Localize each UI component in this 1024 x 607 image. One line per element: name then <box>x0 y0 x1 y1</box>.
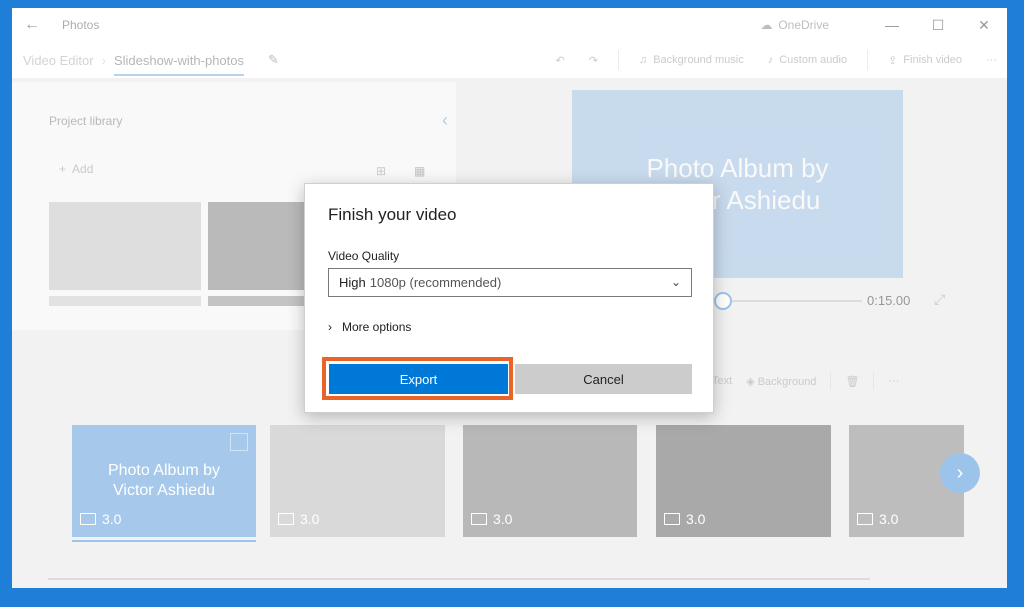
card-title-line1: Photo Album by <box>107 462 221 479</box>
quality-value-main: High <box>339 275 366 290</box>
rename-pencil-icon[interactable]: ✎ <box>268 52 279 68</box>
breadcrumb-video-editor[interactable]: Video Editor <box>23 53 94 68</box>
scroll-right-chevron-icon[interactable]: › <box>940 453 980 493</box>
fullscreen-expand-icon[interactable]: ⤢ <box>934 291 945 308</box>
add-label: Add <box>72 162 94 176</box>
card-title-text: Photo Album by Victor Ashiedu <box>72 461 256 501</box>
preview-title-line1: Photo Album by <box>646 153 829 183</box>
export-button[interactable]: Export <box>329 364 508 394</box>
duration-value: 3.0 <box>879 511 899 527</box>
library-thumbnail[interactable] <box>49 296 201 306</box>
redo-icon[interactable]: ↷ <box>579 54 608 67</box>
select-checkbox[interactable] <box>230 433 248 451</box>
more-options-toggle[interactable]: › More options <box>328 320 411 334</box>
card-title-line2: Victor Ashiedu <box>113 482 215 499</box>
onedrive-label: OneDrive <box>778 18 829 32</box>
seek-bar[interactable] <box>712 300 862 302</box>
storyboard-card[interactable]: 3.0 <box>463 425 637 537</box>
trash-icon[interactable]: 🗑 <box>845 375 859 388</box>
breadcrumb-project-name: Slideshow-with-photos <box>113 53 245 76</box>
image-icon <box>664 513 680 525</box>
text-button[interactable]: Text <box>712 375 732 387</box>
image-icon <box>80 513 96 525</box>
image-icon <box>857 513 873 525</box>
command-bar: Video Editor › Slideshow-with-photos ✎ ↶… <box>12 42 1007 78</box>
card-duration: 3.0 <box>857 511 898 527</box>
duration-value: 3.0 <box>300 511 320 527</box>
more-options-icon[interactable]: ··· <box>976 54 1007 66</box>
close-icon[interactable]: ✕ <box>961 17 1007 34</box>
onedrive-status[interactable]: ☁ OneDrive <box>760 18 829 32</box>
duration-value: 3.0 <box>493 511 513 527</box>
storyboard-card[interactable]: 3.0 <box>656 425 831 537</box>
library-thumbnail[interactable] <box>208 202 308 290</box>
title-bar: ← Photos ☁ OneDrive — ☐ ✕ <box>12 8 1007 42</box>
video-quality-select[interactable]: High 1080p (recommended) ⌄ <box>328 268 692 297</box>
share-icon: ⇪ <box>888 54 898 67</box>
dialog-title: Finish your video <box>328 205 457 224</box>
large-grid-view-icon[interactable]: ⊞ <box>376 164 386 178</box>
undo-icon[interactable]: ↶ <box>546 54 575 67</box>
custom-audio-label: Custom audio <box>779 54 848 66</box>
divider <box>867 50 869 70</box>
card-duration: 3.0 <box>664 511 705 527</box>
more-options-icon[interactable]: ··· <box>888 375 899 387</box>
background-music-label: Background music <box>653 54 744 66</box>
finish-video-label: Finish video <box>903 54 962 66</box>
command-bar-actions: ↶ ↷ ♫ Background music ♪ Custom audio ⇪ … <box>546 42 1007 78</box>
cancel-button[interactable]: Cancel <box>515 364 692 394</box>
storyboard-scrollbar[interactable] <box>48 578 870 580</box>
storyboard-toolbar: Text ◈ Background 🗑 ··· <box>712 372 899 390</box>
card-duration: 3.0 <box>278 511 319 527</box>
back-arrow-icon[interactable]: ← <box>12 16 52 34</box>
finish-video-dialog: Finish your video Video Quality High 108… <box>304 183 714 413</box>
app-title: Photos <box>62 18 100 32</box>
divider <box>830 372 832 390</box>
library-thumbnail[interactable] <box>208 296 308 306</box>
background-button[interactable]: ◈ Background <box>746 375 816 388</box>
more-options-label: More options <box>342 320 412 334</box>
paint-bucket-icon: ◈ <box>746 375 755 388</box>
duration-value: 3.0 <box>686 511 706 527</box>
music-note-icon: ♫ <box>638 54 648 66</box>
title-bar-right: ☁ OneDrive — ☐ ✕ <box>760 8 1007 42</box>
plus-icon: + <box>59 162 67 176</box>
duration-value: 3.0 <box>102 511 122 527</box>
image-icon <box>278 513 294 525</box>
minimize-icon[interactable]: — <box>869 17 915 33</box>
seek-knob[interactable] <box>714 292 732 310</box>
library-thumbnail[interactable] <box>49 202 201 290</box>
cloud-icon: ☁ <box>760 18 773 32</box>
collapse-chevron-icon[interactable]: ‹ <box>442 110 448 131</box>
selected-card-indicator <box>72 540 256 542</box>
custom-audio-button[interactable]: ♪ Custom audio <box>758 54 857 66</box>
quality-value-sub: 1080p (recommended) <box>369 275 502 290</box>
background-music-button[interactable]: ♫ Background music <box>629 54 754 66</box>
card-duration: 3.0 <box>471 511 512 527</box>
video-quality-label: Video Quality <box>328 249 400 263</box>
card-duration: 3.0 <box>80 511 121 527</box>
breadcrumb-separator-icon: › <box>101 52 106 68</box>
chevron-right-icon: › <box>328 320 332 334</box>
maximize-icon[interactable]: ☐ <box>915 17 961 34</box>
storyboard-card-title[interactable]: Photo Album by Victor Ashiedu 3.0 <box>72 425 256 537</box>
finish-video-button[interactable]: ⇪ Finish video <box>878 54 972 67</box>
storyboard-card[interactable]: 3.0 <box>270 425 445 537</box>
divider <box>617 50 619 70</box>
project-library-title: Project library <box>49 114 123 128</box>
add-button[interactable]: + Add <box>59 162 93 176</box>
custom-audio-icon: ♪ <box>767 54 774 66</box>
timecode: 0:15.00 <box>867 293 911 308</box>
background-label: Background <box>757 375 817 388</box>
divider <box>873 372 875 390</box>
image-icon <box>471 513 487 525</box>
chevron-down-icon: ⌄ <box>670 275 681 289</box>
